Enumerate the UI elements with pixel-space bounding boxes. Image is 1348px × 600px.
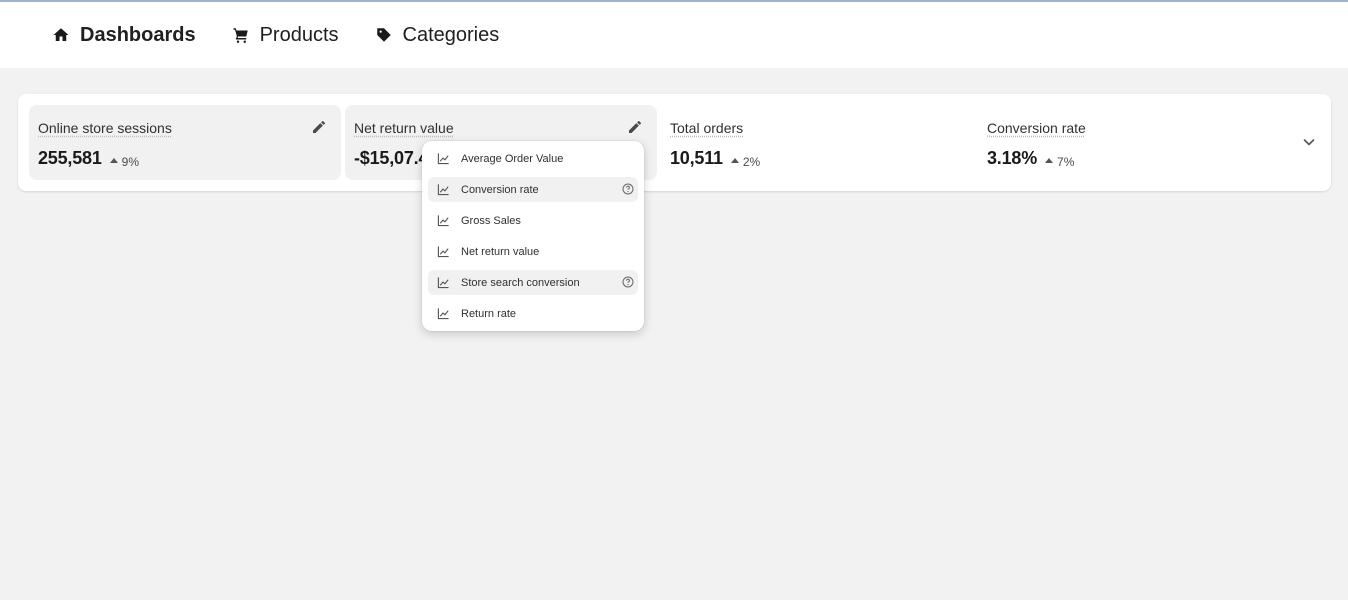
arrow-up-icon	[109, 158, 118, 163]
metric-title: Online store sessions	[38, 120, 172, 136]
nav-item-categories[interactable]: Categories	[375, 23, 500, 47]
top-nav: Dashboards Products Categories	[0, 2, 1348, 68]
menu-item-label: Return rate	[461, 307, 517, 320]
line-chart-icon	[437, 307, 450, 320]
menu-item-label: Average Order Value	[461, 152, 564, 165]
pencil-icon	[629, 120, 641, 133]
metric-title: Net return value	[354, 120, 454, 136]
metric-picker-menu: Average Order Value Conversion rate Gros…	[422, 141, 644, 331]
metric-value: 255,581	[38, 148, 102, 168]
menu-item-label: Net return value	[461, 245, 540, 258]
line-chart-icon	[437, 245, 450, 258]
metric-title: Conversion rate	[987, 120, 1086, 136]
metric-conversion-rate[interactable]: Conversion rate 3.18% 7%	[978, 105, 1290, 180]
chevron-down-icon	[1303, 139, 1315, 146]
menu-item-return-rate[interactable]: Return rate	[428, 301, 638, 326]
tag-icon	[376, 28, 391, 42]
expand-chevron-button[interactable]	[1301, 134, 1317, 150]
metric-online-store-sessions[interactable]: Online store sessions 255,581 9%	[29, 105, 341, 180]
line-chart-icon	[437, 152, 450, 165]
nav-item-products[interactable]: Products	[232, 24, 339, 47]
arrow-up-icon	[1045, 158, 1054, 163]
metric-change: 9%	[109, 154, 140, 169]
metric-change: 2%	[730, 154, 761, 169]
arrow-up-icon	[730, 158, 739, 163]
line-chart-icon	[437, 183, 450, 196]
menu-item-label: Gross Sales	[461, 214, 521, 227]
help-circle-icon[interactable]	[622, 183, 634, 195]
metric-total-orders[interactable]: Total orders 10,511 2%	[661, 105, 973, 180]
line-chart-icon	[437, 214, 450, 227]
home-icon	[53, 28, 69, 41]
nav-label-categories: Categories	[402, 23, 500, 46]
menu-item-conversion-rate[interactable]: Conversion rate	[428, 177, 638, 202]
line-chart-icon	[437, 276, 450, 289]
menu-item-average-order-value[interactable]: Average Order Value	[428, 146, 638, 171]
metric-change-value: 9%	[121, 154, 140, 169]
menu-item-net-return-value[interactable]: Net return value	[428, 239, 638, 264]
metric-title: Total orders	[670, 120, 744, 136]
nav-item-dashboards[interactable]: Dashboards	[52, 24, 196, 47]
help-circle-icon[interactable]	[622, 276, 634, 288]
metric-value: 3.18%	[987, 148, 1038, 168]
menu-item-gross-sales[interactable]: Gross Sales	[428, 208, 638, 233]
metric-change-value: 2%	[742, 154, 761, 169]
nav-label-dashboards: Dashboards	[80, 23, 196, 46]
edit-metric-button[interactable]	[627, 119, 645, 137]
menu-item-label: Conversion rate	[461, 183, 539, 196]
menu-item-store-search-conversion[interactable]: Store search conversion	[428, 270, 638, 295]
edit-metric-button[interactable]	[311, 119, 329, 137]
metric-change-value: 7%	[1057, 154, 1075, 169]
metric-change: 7%	[1045, 155, 1074, 169]
metric-value: 10,511	[670, 148, 723, 168]
pencil-icon	[313, 120, 325, 133]
metrics-card: Online store sessions 255,581 9% Net ret…	[18, 94, 1331, 191]
metric-value: -$15,07.4	[354, 148, 429, 168]
cart-icon	[233, 28, 248, 43]
menu-item-label: Store search conversion	[461, 276, 580, 289]
nav-label-products: Products	[259, 23, 339, 46]
